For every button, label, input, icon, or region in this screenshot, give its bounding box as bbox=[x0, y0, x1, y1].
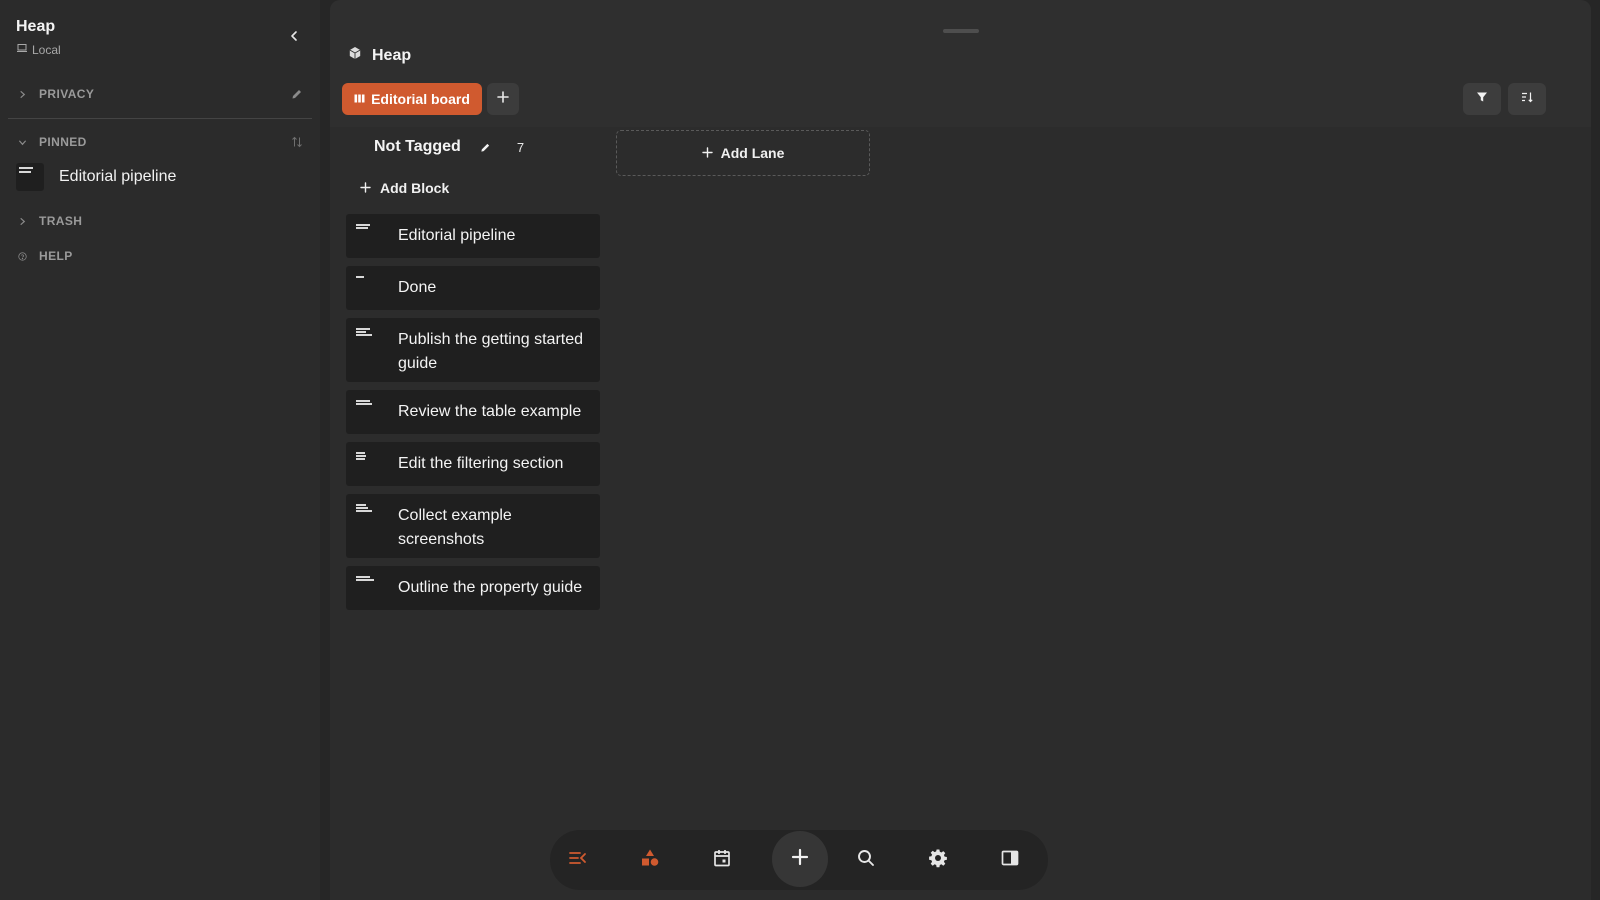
block-card-title: Publish the getting started guide bbox=[398, 331, 584, 372]
main-panel: Heap Editorial board Not Tagged 7 Add Bl… bbox=[330, 0, 1591, 900]
block-card[interactable]: Edit the filtering section bbox=[346, 442, 600, 486]
add-view-button[interactable] bbox=[487, 83, 519, 115]
workspace-title: Heap bbox=[16, 18, 56, 35]
gear-icon bbox=[928, 848, 948, 873]
section-label: PINNED bbox=[39, 135, 87, 149]
edit-pencil-icon[interactable] bbox=[290, 87, 304, 101]
cube-icon bbox=[348, 46, 362, 65]
lane-title: Not Tagged bbox=[374, 138, 461, 155]
chevron-left-icon bbox=[288, 29, 300, 47]
sidebar-panel-icon bbox=[1000, 848, 1020, 873]
bottom-nav bbox=[550, 830, 1048, 890]
block-thumbnail bbox=[354, 574, 378, 594]
plus-icon bbox=[790, 847, 810, 872]
calendar-icon bbox=[712, 848, 732, 873]
sidebar-section-help[interactable]: HELP bbox=[16, 246, 304, 266]
nav-menu-button[interactable] bbox=[563, 845, 593, 875]
add-lane-label: Add Lane bbox=[720, 145, 785, 161]
collapse-sidebar-button[interactable] bbox=[284, 28, 304, 48]
sidebar: Heap Local PRIVACY PINNED Editorial pipe… bbox=[0, 0, 320, 900]
section-label: PRIVACY bbox=[39, 87, 95, 101]
block-card-title: Editorial pipeline bbox=[398, 227, 516, 244]
block-thumbnail bbox=[354, 502, 378, 522]
block-card-title: Review the table example bbox=[398, 403, 582, 420]
block-card[interactable]: Review the table example bbox=[346, 390, 600, 434]
chevron-right-icon bbox=[16, 88, 28, 100]
block-card[interactable]: Editorial pipeline bbox=[346, 214, 600, 258]
tab-label: Editorial board bbox=[371, 91, 470, 107]
block-thumbnail bbox=[354, 326, 378, 346]
shapes-icon bbox=[640, 848, 660, 873]
workspace-location: Local bbox=[16, 42, 61, 57]
lane-count: 7 bbox=[516, 139, 525, 155]
nav-panel-button[interactable] bbox=[995, 845, 1025, 875]
search-icon bbox=[856, 848, 876, 873]
sort-icon bbox=[1520, 90, 1534, 109]
section-label: TRASH bbox=[39, 214, 83, 228]
add-block-button[interactable]: Add Block bbox=[360, 180, 449, 196]
menu-icon bbox=[568, 848, 588, 873]
nav-calendar-button[interactable] bbox=[707, 845, 737, 875]
nav-search-button[interactable] bbox=[851, 845, 881, 875]
block-card-title: Done bbox=[398, 279, 437, 296]
chevron-down-icon bbox=[16, 136, 28, 148]
workspace-subtitle: Local bbox=[32, 42, 61, 57]
block-thumbnail bbox=[354, 222, 378, 242]
block-thumbnail bbox=[354, 450, 378, 470]
chevron-right-icon bbox=[16, 215, 28, 227]
block-thumbnail bbox=[354, 274, 378, 294]
block-card[interactable]: Collect example screenshots bbox=[346, 494, 600, 558]
sort-button[interactable] bbox=[1508, 83, 1546, 115]
pinned-item-editorial-pipeline[interactable]: Editorial pipeline bbox=[16, 163, 304, 191]
section-label: HELP bbox=[39, 249, 73, 263]
drag-handle[interactable] bbox=[943, 29, 979, 33]
help-circle-icon bbox=[16, 250, 28, 262]
edit-pencil-icon[interactable] bbox=[479, 140, 493, 154]
nav-settings-button[interactable] bbox=[923, 845, 953, 875]
board-icon bbox=[354, 91, 365, 107]
sidebar-section-trash[interactable]: TRASH bbox=[16, 211, 304, 231]
add-lane-button[interactable]: Add Lane bbox=[616, 130, 870, 176]
tab-editorial-board[interactable]: Editorial board bbox=[342, 83, 482, 115]
page-title: Heap bbox=[348, 46, 411, 65]
block-card[interactable]: Outline the property guide bbox=[346, 566, 600, 610]
add-block-label: Add Block bbox=[380, 180, 450, 196]
block-card-title: Collect example screenshots bbox=[398, 507, 512, 548]
plus-icon bbox=[701, 145, 713, 161]
block-card[interactable]: Publish the getting started guide bbox=[346, 318, 600, 382]
block-card[interactable]: Done bbox=[346, 266, 600, 310]
nav-create-button[interactable] bbox=[772, 831, 828, 887]
page-title-text: Heap bbox=[372, 46, 412, 64]
sidebar-section-pinned[interactable]: PINNED bbox=[16, 132, 304, 152]
nav-shapes-button[interactable] bbox=[635, 845, 665, 875]
filter-icon bbox=[1475, 90, 1489, 109]
block-thumbnail bbox=[354, 398, 378, 418]
block-thumbnail bbox=[16, 163, 44, 191]
laptop-icon bbox=[16, 42, 28, 57]
block-card-title: Edit the filtering section bbox=[398, 455, 564, 472]
block-card-title: Outline the property guide bbox=[398, 579, 583, 596]
sidebar-divider bbox=[8, 118, 312, 119]
plus-icon bbox=[496, 90, 510, 109]
sort-icon[interactable] bbox=[290, 135, 304, 149]
plus-icon bbox=[360, 180, 371, 196]
filter-button[interactable] bbox=[1463, 83, 1501, 115]
lane-header[interactable]: Not Tagged 7 bbox=[374, 138, 524, 156]
sidebar-section-privacy[interactable]: PRIVACY bbox=[16, 84, 304, 104]
pinned-item-label: Editorial pipeline bbox=[59, 168, 177, 185]
